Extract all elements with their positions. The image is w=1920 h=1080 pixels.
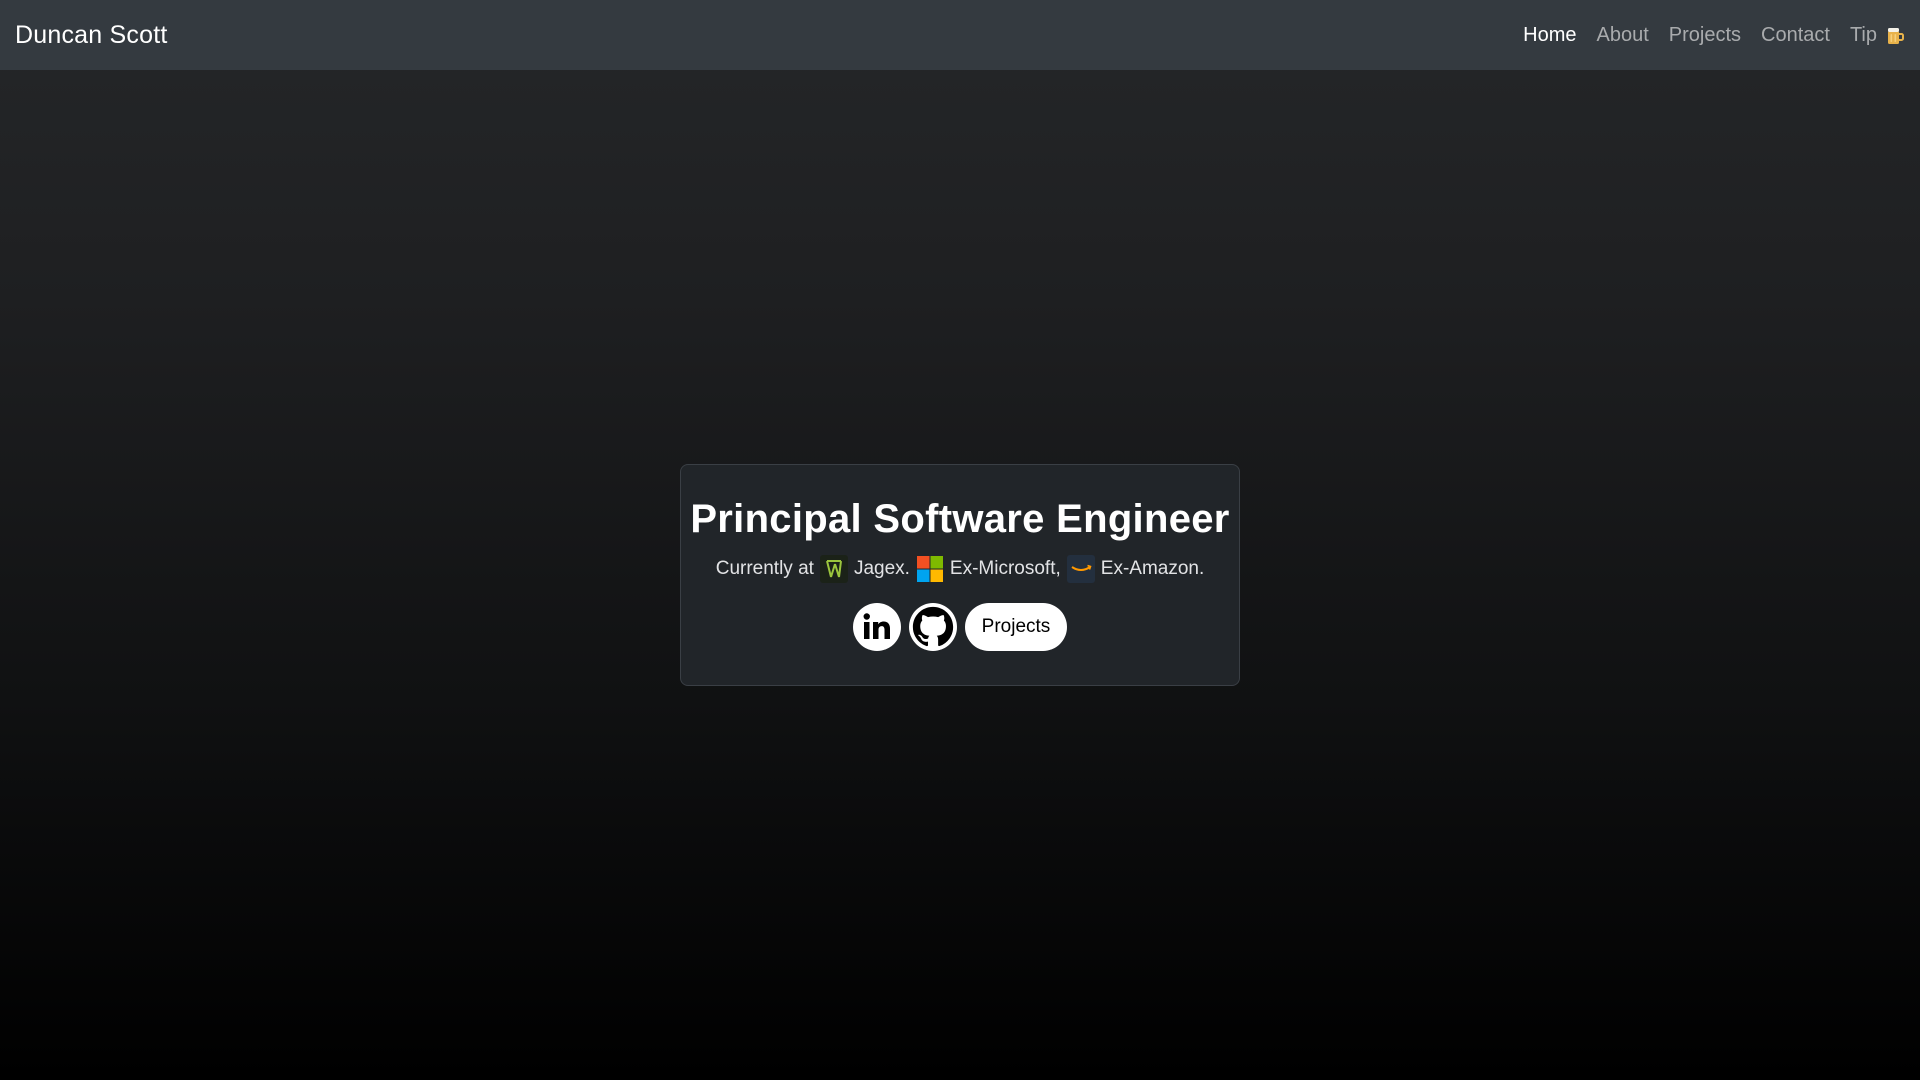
beer-icon xyxy=(1888,28,1904,44)
nav-tip-label: Tip xyxy=(1849,23,1877,46)
linkedin-icon xyxy=(863,613,890,639)
nav-tip-link[interactable]: Tip xyxy=(1840,24,1905,47)
projects-button[interactable]: Projects xyxy=(964,603,1068,651)
linkedin-button[interactable] xyxy=(852,603,901,651)
past-company-2: Ex-Amazon. xyxy=(1100,558,1205,579)
jagex-logo-icon xyxy=(819,555,848,583)
nav-projects-link[interactable]: Projects xyxy=(1659,24,1751,47)
hero-buttons: Projects xyxy=(681,603,1239,651)
brand-link[interactable]: Duncan Scott xyxy=(15,21,168,50)
past-company-1: Ex-Microsoft, xyxy=(949,558,1061,579)
github-icon xyxy=(912,606,953,647)
nav-links: Home About Projects Contact Tip xyxy=(1513,24,1905,47)
github-button[interactable] xyxy=(908,603,957,651)
nav-home-link[interactable]: Home xyxy=(1513,24,1586,47)
subtitle-prefix: Currently at xyxy=(715,558,814,579)
hero-card: Principal Software Engineer Currently at… xyxy=(680,464,1240,686)
navbar: Duncan Scott Home About Projects Contact… xyxy=(0,0,1920,70)
current-company: Jagex. xyxy=(853,558,910,579)
amazon-logo-icon xyxy=(1066,555,1095,583)
microsoft-logo-icon xyxy=(916,556,943,582)
hero-subtitle: Currently at Jagex. Ex-Microsoft, Ex-Ama… xyxy=(681,555,1239,583)
nav-contact-link[interactable]: Contact xyxy=(1751,24,1840,47)
nav-about-link[interactable]: About xyxy=(1587,24,1659,47)
hero-title: Principal Software Engineer xyxy=(690,497,1230,541)
